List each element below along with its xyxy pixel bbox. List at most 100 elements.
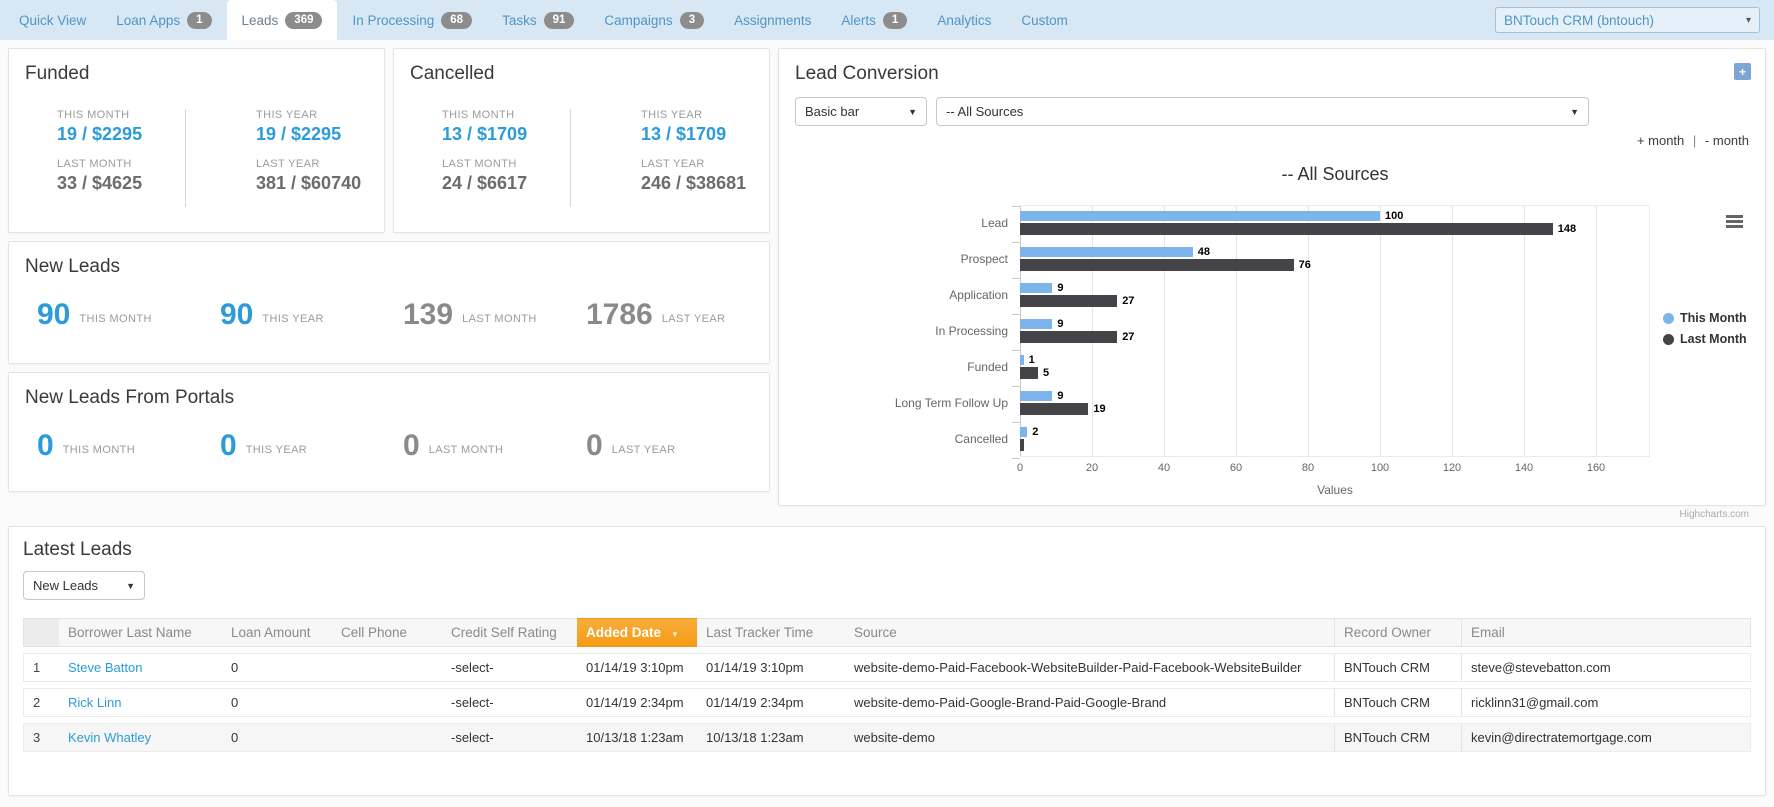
column-header-name[interactable]: Borrower Last Name	[59, 618, 222, 647]
nav-item-label: Tasks	[502, 13, 537, 28]
stat-value: 0	[220, 431, 237, 461]
stat: 1786LAST YEAR	[586, 300, 769, 330]
column-header-tracker[interactable]: Last Tracker Time	[697, 618, 845, 647]
chart-bar: 5	[1020, 367, 1038, 379]
remove-month-button[interactable]: - month	[1705, 133, 1749, 148]
chart-bar: 9	[1020, 319, 1052, 329]
cell-loan_amount: 0	[222, 723, 332, 752]
stat: 139 LAST MONTH	[403, 300, 586, 330]
stat: 0 LAST YEAR	[586, 431, 769, 461]
chart-credit-link[interactable]: Highcharts.com	[795, 509, 1749, 520]
stats-column: Funded THIS MONTH19 / $2295LAST MONTH33 …	[8, 48, 770, 492]
chart-category-label: Lead	[795, 205, 1020, 241]
chart-category-bars: 15	[1020, 349, 1650, 385]
chart-bar	[1020, 439, 1024, 451]
add-month-button[interactable]: + month	[1637, 133, 1684, 148]
stat-value: 33 / $4625	[57, 173, 185, 194]
stat-value: 0	[37, 431, 54, 461]
month-links-separator: |	[1693, 133, 1696, 148]
chart-bar: 2	[1020, 427, 1027, 437]
column-header-source[interactable]: Source	[845, 618, 1334, 647]
stat-value: 0	[586, 431, 603, 461]
expand-plus-icon[interactable]: +	[1734, 63, 1751, 80]
chart-category-bars: 2	[1020, 421, 1650, 457]
chart-bar: 148	[1020, 223, 1553, 235]
nav-item-leads[interactable]: Leads369	[227, 0, 338, 40]
cell-cell_phone	[332, 688, 442, 717]
cell-num: 1	[23, 653, 59, 682]
chart-x-tick-label: 0	[1017, 462, 1023, 474]
stat-label: LAST YEAR	[256, 158, 384, 170]
chart-category-label: Application	[795, 277, 1020, 313]
nav-item-quick-view[interactable]: Quick View	[4, 0, 101, 40]
nav-item-badge: 369	[285, 12, 322, 29]
chart-category-label: Cancelled	[795, 421, 1020, 457]
chart-bar: 27	[1020, 295, 1117, 307]
column-header-cell_phone[interactable]: Cell Phone	[332, 618, 442, 647]
stat-value: 139	[403, 300, 453, 330]
stat-label: THIS MONTH	[442, 109, 570, 121]
stat-value: 13 / $1709	[442, 124, 570, 145]
funded-stats: THIS MONTH19 / $2295LAST MONTH33 / $4625…	[9, 85, 384, 207]
column-header-label: Loan Amount	[231, 625, 311, 640]
legend-label: Last Month	[1680, 332, 1747, 346]
nav-item-assignments[interactable]: Assignments	[719, 0, 826, 40]
chart-bar-value-label: 1	[1029, 354, 1035, 366]
legend-item[interactable]: Last Month	[1663, 332, 1747, 346]
nav-item-label: Quick View	[19, 13, 86, 28]
leads-table: Borrower Last Name Loan Amount Cell Phone C…	[23, 612, 1751, 758]
stat-label: LAST MONTH	[462, 305, 537, 325]
nav-item-tasks[interactable]: Tasks91	[487, 0, 589, 40]
chart-category-row: Long Term Follow Up919	[795, 385, 1749, 421]
stat-value: 381 / $60740	[256, 173, 384, 194]
cell-owner: BNTouch CRM	[1334, 688, 1461, 717]
column-header-added[interactable]: Added Date▼	[577, 618, 697, 647]
chart-type-select[interactable]: Basic bar ▼	[795, 97, 927, 126]
borrower-name-link[interactable]: Steve Batton	[68, 660, 142, 675]
top-navigation: Quick View Loan Apps1Leads369In Processin…	[0, 0, 1774, 40]
column-header-credit[interactable]: Credit Self Rating	[442, 618, 577, 647]
nav-item-analytics[interactable]: Analytics	[922, 0, 1006, 40]
column-header-email[interactable]: Email	[1461, 618, 1751, 647]
chart-legend: This Month Last Month	[1663, 311, 1747, 353]
stat: 0THIS YEAR	[220, 431, 403, 461]
chart-x-axis: 020406080100120140160	[1020, 462, 1650, 478]
cell-email: kevin@directratemortgage.com	[1461, 723, 1751, 752]
chart-bar-value-label: 9	[1057, 390, 1063, 402]
chart-title: -- All Sources	[1020, 164, 1650, 185]
chart-category-bars: 927	[1020, 277, 1650, 313]
table-row: 3Kevin Whatley0-select-10/13/18 1:23am10…	[23, 723, 1751, 752]
nav-item-in-processing[interactable]: In Processing68	[337, 0, 487, 40]
account-select[interactable]: BNTouch CRM (bntouch) ▾	[1495, 7, 1760, 33]
stat-label: LAST YEAR	[612, 436, 676, 456]
stat-value: 24 / $6617	[442, 173, 570, 194]
column-header-owner[interactable]: Record Owner	[1334, 618, 1461, 647]
chart-bar-value-label: 148	[1558, 223, 1576, 235]
chart-category-label: In Processing	[795, 313, 1020, 349]
nav-item-campaigns[interactable]: Campaigns3	[589, 0, 719, 40]
legend-item[interactable]: This Month	[1663, 311, 1747, 325]
leads-filter-select[interactable]: New Leads ▼	[23, 571, 145, 600]
column-header-label: Credit Self Rating	[451, 625, 557, 640]
stat-value: 90	[37, 300, 70, 330]
portals-card-title: New Leads From Portals	[9, 373, 769, 409]
chart-bar: 9	[1020, 283, 1052, 293]
stat-value: 90	[220, 300, 253, 330]
nav-item-loan-apps[interactable]: Loan Apps1	[101, 0, 226, 40]
column-header-loan_amount[interactable]: Loan Amount	[222, 618, 332, 647]
stat-value: 0	[403, 431, 420, 461]
nav-item-label: Loan Apps	[116, 13, 180, 28]
nav-item-alerts[interactable]: Alerts1	[826, 0, 922, 40]
borrower-name-link[interactable]: Kevin Whatley	[68, 730, 151, 745]
nav-item-custom[interactable]: Custom	[1006, 0, 1083, 40]
source-select[interactable]: -- All Sources ▼	[936, 97, 1589, 126]
borrower-name-link[interactable]: Rick Linn	[68, 695, 121, 710]
table-row: 2Rick Linn0-select-01/14/19 2:34pm01/14/…	[23, 688, 1751, 717]
column-header-num[interactable]	[23, 618, 59, 647]
chart-bar-value-label: 76	[1299, 259, 1311, 271]
chart-category-label: Long Term Follow Up	[795, 385, 1020, 421]
chart-bar-value-label: 9	[1057, 318, 1063, 330]
chart-bar: 1	[1020, 355, 1024, 365]
stat: THIS MONTH 13 / $1709	[442, 109, 570, 145]
chart-bar: 9	[1020, 391, 1052, 401]
